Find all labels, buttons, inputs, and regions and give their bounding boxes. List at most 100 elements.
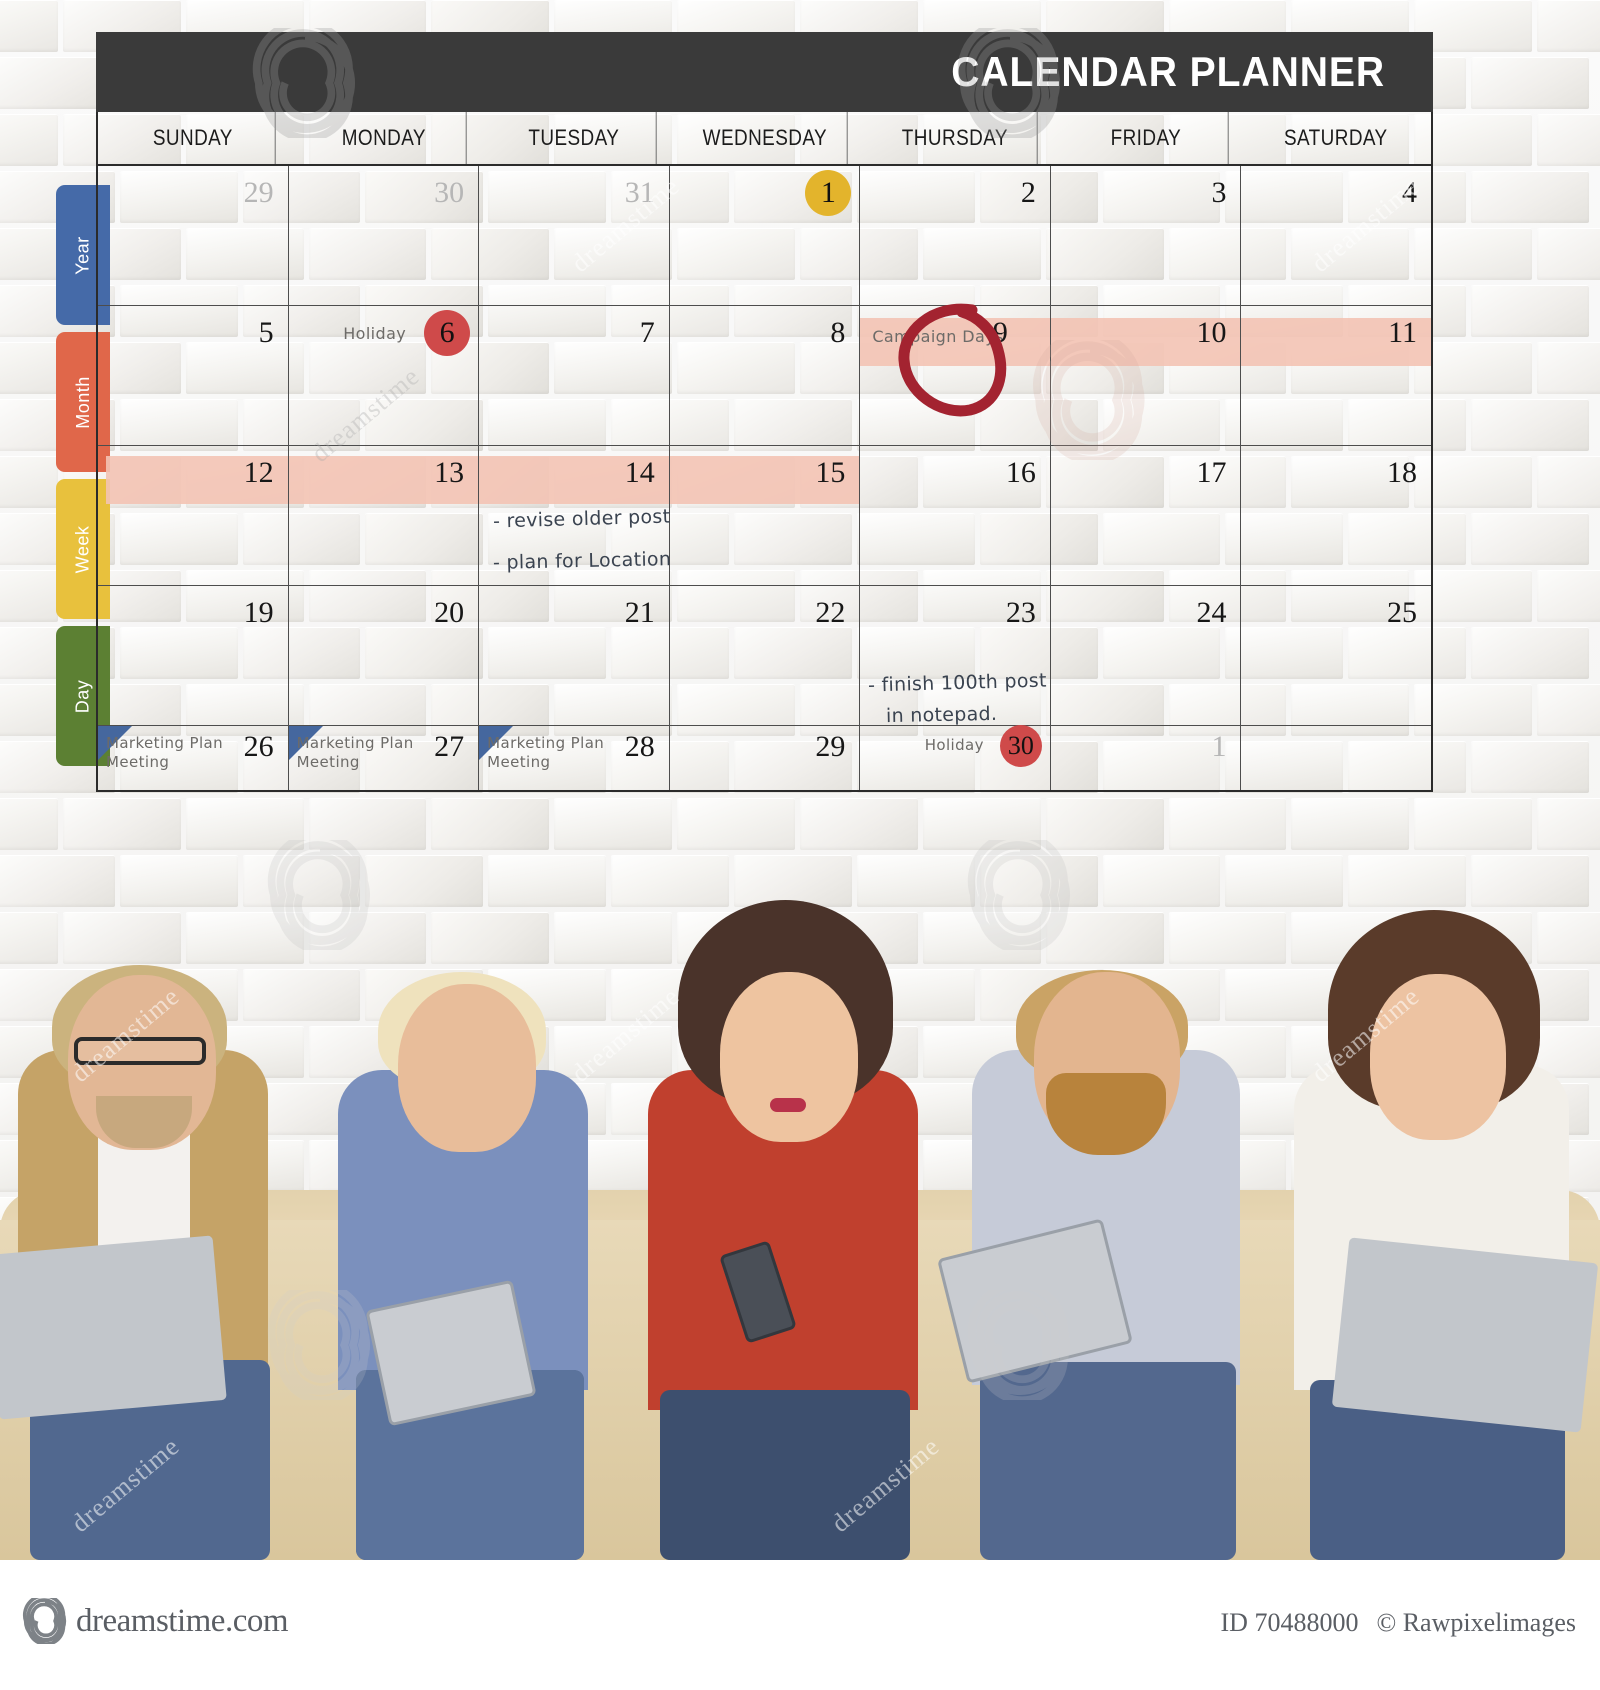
day-cell[interactable]: 25 [1241,586,1431,725]
brick [1471,513,1590,565]
day-cell[interactable]: Holiday 30 [860,725,1051,790]
hand-drawn-circle-marker [898,303,1007,417]
brick [1471,741,1590,793]
day-cell[interactable]: 5 [98,306,289,445]
day-cell[interactable]: 7 [479,306,670,445]
day-cell[interactable]: 21 [479,586,670,725]
day-cell[interactable]: 2 [860,166,1051,305]
day-number: 2 [1020,176,1036,209]
day-cell[interactable]: 3 [1051,166,1242,305]
day-number: 29 [815,730,846,763]
day-cell[interactable]: 16 [860,446,1051,585]
image-id-label: ID 70488000 [1220,1608,1359,1637]
day-cell[interactable]: 18 [1241,446,1431,585]
day-number: 27 [434,730,465,763]
watermark-spiral-icon [1033,340,1145,460]
calendar-planner: CALENDAR PLANNER SUNDAY MONDAY TUESDAY W… [96,32,1433,870]
watermark-spiral-icon [267,1290,371,1400]
side-tab-year-label: Year [72,235,93,275]
watermark-spiral-icon [967,840,1071,950]
day-cell[interactable]: 17 [1051,446,1242,585]
day-number: 17 [1196,456,1227,489]
calendar-week-row: 29 30 31 1 2 3 4 [98,166,1431,306]
day-header-wednesday: WEDNESDAY [683,112,847,164]
day-cell[interactable]: 1 [670,166,861,305]
day-cell[interactable]: 11 [1241,306,1431,445]
day-cell[interactable]: 12 [98,446,289,585]
day-cell[interactable]: Marketing Plan Meeting 27 [288,726,480,790]
day-number: 28 [624,730,655,763]
day-cell[interactable]: 29 [670,726,861,790]
side-tab-day-label: Day [72,679,93,713]
dreamstime-logo[interactable]: dreamstime.com [22,1598,289,1644]
person-1-laptop [0,1235,227,1420]
day-cell[interactable]: 19 [98,586,289,725]
footer-meta: ID 70488000 © Rawpixelimages [1221,1608,1576,1638]
event-label-marketing-plan-meeting: Marketing Plan Meeting [487,734,605,771]
event-label-holiday: Holiday [343,324,407,343]
brick [1471,171,1590,223]
day-cell[interactable]: Marketing Plan Meeting 28 [479,726,670,790]
brick [1537,342,1600,394]
side-tab-week-label: Week [72,525,93,573]
person-3 [620,840,950,1560]
brick [0,0,58,52]
brick [1537,0,1600,52]
brick [0,228,58,280]
day-cell[interactable]: 24 [1051,586,1242,725]
day-number: 29 [243,176,274,209]
day-cell[interactable]: 29 [98,166,289,305]
copyright-label: © Rawpixelimages [1376,1608,1576,1637]
day-cell[interactable]: 1 [1051,726,1242,790]
handwritten-note-finish-100th-post: - finish 100th post [868,669,1048,697]
day-cell[interactable]: 4 [1241,166,1431,305]
day-cell[interactable]: Campaign Days 9 [860,303,1051,445]
day-cell[interactable]: 22 [670,586,861,725]
day-cell[interactable]: 23 - finish 100th post in notepad. [860,586,1051,728]
day-cell[interactable]: 14 - revise older post - plan for Locati… [479,446,672,585]
person-5 [1270,860,1600,1560]
day-number: 21 [624,596,655,629]
handwritten-note-in-notepad: in notepad. [886,702,998,728]
brick [1537,684,1600,736]
brick [1471,285,1590,337]
person-3-legs [660,1390,910,1560]
day-cell[interactable]: 20 [289,586,480,725]
person-2 [320,860,620,1560]
brick [0,570,58,622]
brick [1537,456,1600,508]
day-number: 31 [624,176,655,209]
handwritten-note-revise-older-post: - revise older post [492,505,671,533]
watermark-spiral-icon [967,1290,1071,1400]
day-number: 20 [434,596,465,629]
dreamstime-wordmark: dreamstime.com [76,1602,289,1639]
day-number: 9 [992,316,1008,349]
event-label-campaign-days: Campaign Days [872,327,1004,346]
day-number: 22 [815,596,846,629]
day-cell[interactable]: 8 [670,306,861,445]
calendar-grid: 29 30 31 1 2 3 4 5 Holiday 6 7 8 Campaig… [96,166,1433,792]
day-cell[interactable]: Holiday 6 [289,306,480,445]
brick [0,684,58,736]
brick [0,456,58,508]
day-header-friday: FRIDAY [1064,112,1229,164]
brick [1471,399,1590,451]
day-number: 10 [1196,316,1227,349]
day-cell[interactable]: 15 [670,446,861,585]
day-number-highlight-badge: 1 [805,170,852,216]
people-photo-band [0,835,1600,1560]
brick [0,114,58,166]
handwritten-note-plan-for-location: - plan for Location [492,548,672,574]
day-cell[interactable]: Marketing Plan Meeting 26 [98,726,289,790]
day-number: 19 [243,596,274,629]
brick [1537,228,1600,280]
day-number: 13 [434,456,465,489]
day-cell[interactable]: 31 [479,166,670,305]
day-cell[interactable]: 30 [289,166,480,305]
day-number: 30 [434,176,465,209]
brick [1471,627,1590,679]
footer-bar: dreamstime.com ID 70488000 © Rawpixelima… [0,1560,1600,1690]
day-cell[interactable] [1241,726,1431,790]
day-cell[interactable]: 13 [289,446,480,585]
event-label-holiday: Holiday [924,736,984,754]
